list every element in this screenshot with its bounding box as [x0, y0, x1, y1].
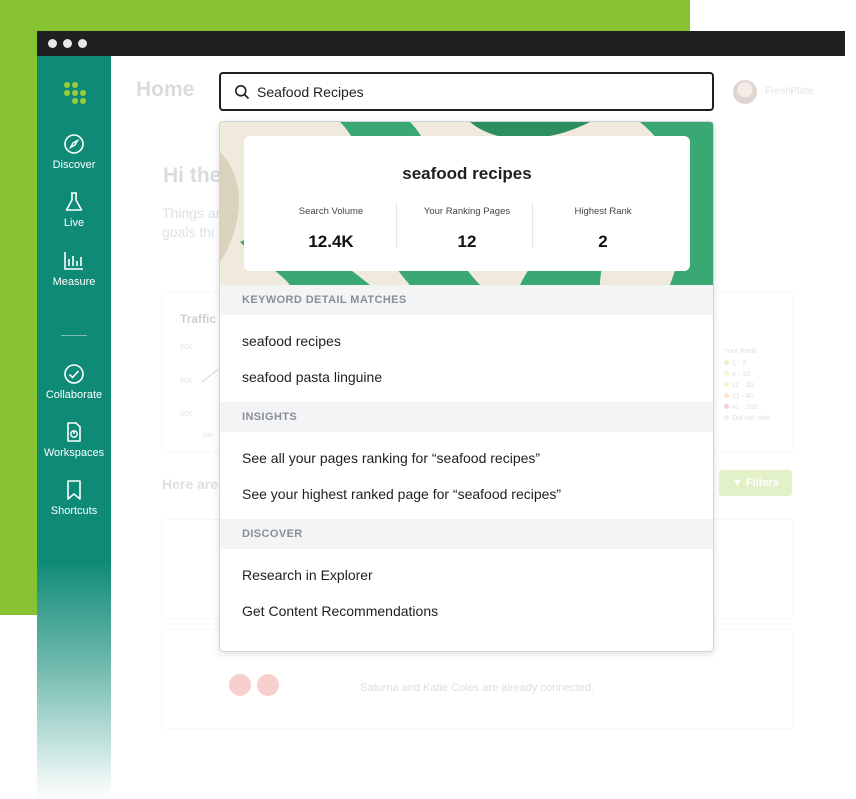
filters-button[interactable]: ▼ Filters [719, 470, 792, 496]
legend-label: 11 - 20 [732, 382, 754, 389]
sidebar-item-label: Workspaces [43, 447, 105, 459]
window-maximize-dot[interactable] [78, 39, 87, 48]
filters-label: Filters [745, 477, 779, 489]
discover-item[interactable]: Get Content Recommendations [242, 603, 438, 619]
section-header-insights: INSIGHTS [220, 402, 713, 432]
sidebar-item-label: Live [63, 217, 85, 229]
section-header-discover: DISCOVER [220, 519, 713, 549]
stat-search-volume: Search Volume 12.4K [266, 206, 396, 252]
sidebar: Discover Live Measure Collaborate Worksp… [37, 56, 111, 799]
legend-label: 4 - 10 [732, 371, 750, 378]
stat-ranking-pages: Your Ranking Pages 12 [402, 206, 532, 252]
sidebar-item-workspaces[interactable]: Workspaces [37, 421, 111, 459]
sidebar-item-label: Shortcuts [50, 505, 98, 517]
insight-item[interactable]: See your highest ranked page for “seafoo… [242, 486, 561, 502]
check-circle-icon [64, 364, 84, 384]
keyword-match-item[interactable]: seafood pasta linguine [242, 369, 382, 385]
sidebar-item-label: Discover [52, 159, 96, 171]
keyword-stats-card: seafood recipes Search Volume 12.4K Your… [244, 136, 690, 271]
traffic-label: Traffic [180, 312, 217, 326]
legend-label: 41 - 100 [732, 404, 758, 411]
legend-item: Did not rank [724, 415, 770, 422]
title-bar [37, 31, 845, 56]
stat-label: Your Ranking Pages [423, 206, 511, 217]
flask-icon [65, 192, 83, 211]
legend-label: Did not rank [732, 415, 770, 422]
legend-label: 21 - 40 [732, 393, 754, 400]
legend-title: Your Rank [724, 348, 757, 355]
stat-label: Highest Rank [574, 206, 632, 217]
legend-item: 1 - 3 [724, 360, 746, 367]
bookmark-icon [67, 480, 81, 500]
greeting-subtitle: Things ar goals thi [162, 204, 220, 242]
window-close-dot[interactable] [48, 39, 57, 48]
keyword-match-item[interactable]: seafood recipes [242, 333, 341, 349]
legend-label: 1 - 3 [732, 360, 747, 367]
y-tick-label: 50K [180, 344, 193, 351]
stat-value: 12.4K [308, 232, 354, 251]
legend-item: 41 - 100 [724, 404, 758, 411]
document-chart-icon [67, 422, 81, 442]
x-tick-label: Jan [202, 432, 214, 439]
y-tick-label: 40K [180, 378, 193, 385]
search-input[interactable]: Seafood Recipes [219, 72, 714, 111]
avatar[interactable] [733, 80, 757, 104]
y-tick-label: 30K [180, 411, 193, 418]
search-icon [235, 85, 250, 100]
people-avatars-icon [229, 674, 279, 696]
page-title: Home [136, 78, 195, 101]
greeting-heading: Hi the [163, 164, 222, 187]
sidebar-item-measure[interactable]: Measure [37, 250, 111, 288]
window-minimize-dot[interactable] [63, 39, 72, 48]
connection-note: Saturna and Katie Coles are already conn… [360, 682, 595, 694]
stat-highest-rank: Highest Rank 2 [538, 206, 668, 252]
sidebar-item-shortcuts[interactable]: Shortcuts [37, 479, 111, 517]
account-name[interactable]: FreshPlate [765, 86, 813, 97]
sidebar-item-live[interactable]: Live [37, 191, 111, 229]
sidebar-item-collaborate[interactable]: Collaborate [37, 363, 111, 401]
stat-value: 2 [598, 232, 608, 251]
stat-divider [396, 202, 397, 248]
search-results-dropdown: seafood recipes Search Volume 12.4K Your… [219, 121, 714, 652]
subtitle-line: goals thi [162, 224, 215, 240]
sidebar-item-label: Collaborate [45, 389, 103, 401]
search-query[interactable]: Seafood Recipes [257, 84, 364, 100]
stat-label: Search Volume [298, 206, 364, 217]
sidebar-divider [61, 335, 87, 336]
sidebar-item-label: Measure [52, 276, 96, 288]
section-header-keyword-matches: KEYWORD DETAIL MATCHES [220, 285, 713, 315]
stat-divider [532, 202, 533, 248]
legend-item: 4 - 10 [724, 371, 750, 378]
stat-value: 12 [457, 232, 477, 251]
legend-item: 21 - 40 [724, 393, 754, 400]
bar-chart-icon [64, 252, 83, 270]
insight-item[interactable]: See all your pages ranking for “seafood … [242, 450, 540, 466]
discover-item[interactable]: Research in Explorer [242, 567, 373, 583]
app-logo-icon[interactable] [64, 82, 86, 104]
keyword-title: seafood recipes [402, 164, 532, 183]
section-heading: Here are [162, 476, 219, 492]
subtitle-line: Things ar [162, 205, 221, 221]
legend-item: 11 - 20 [724, 382, 753, 389]
keyword-hero: seafood recipes Search Volume 12.4K Your… [220, 122, 713, 285]
sidebar-item-discover[interactable]: Discover [37, 133, 111, 171]
compass-icon [64, 134, 84, 154]
